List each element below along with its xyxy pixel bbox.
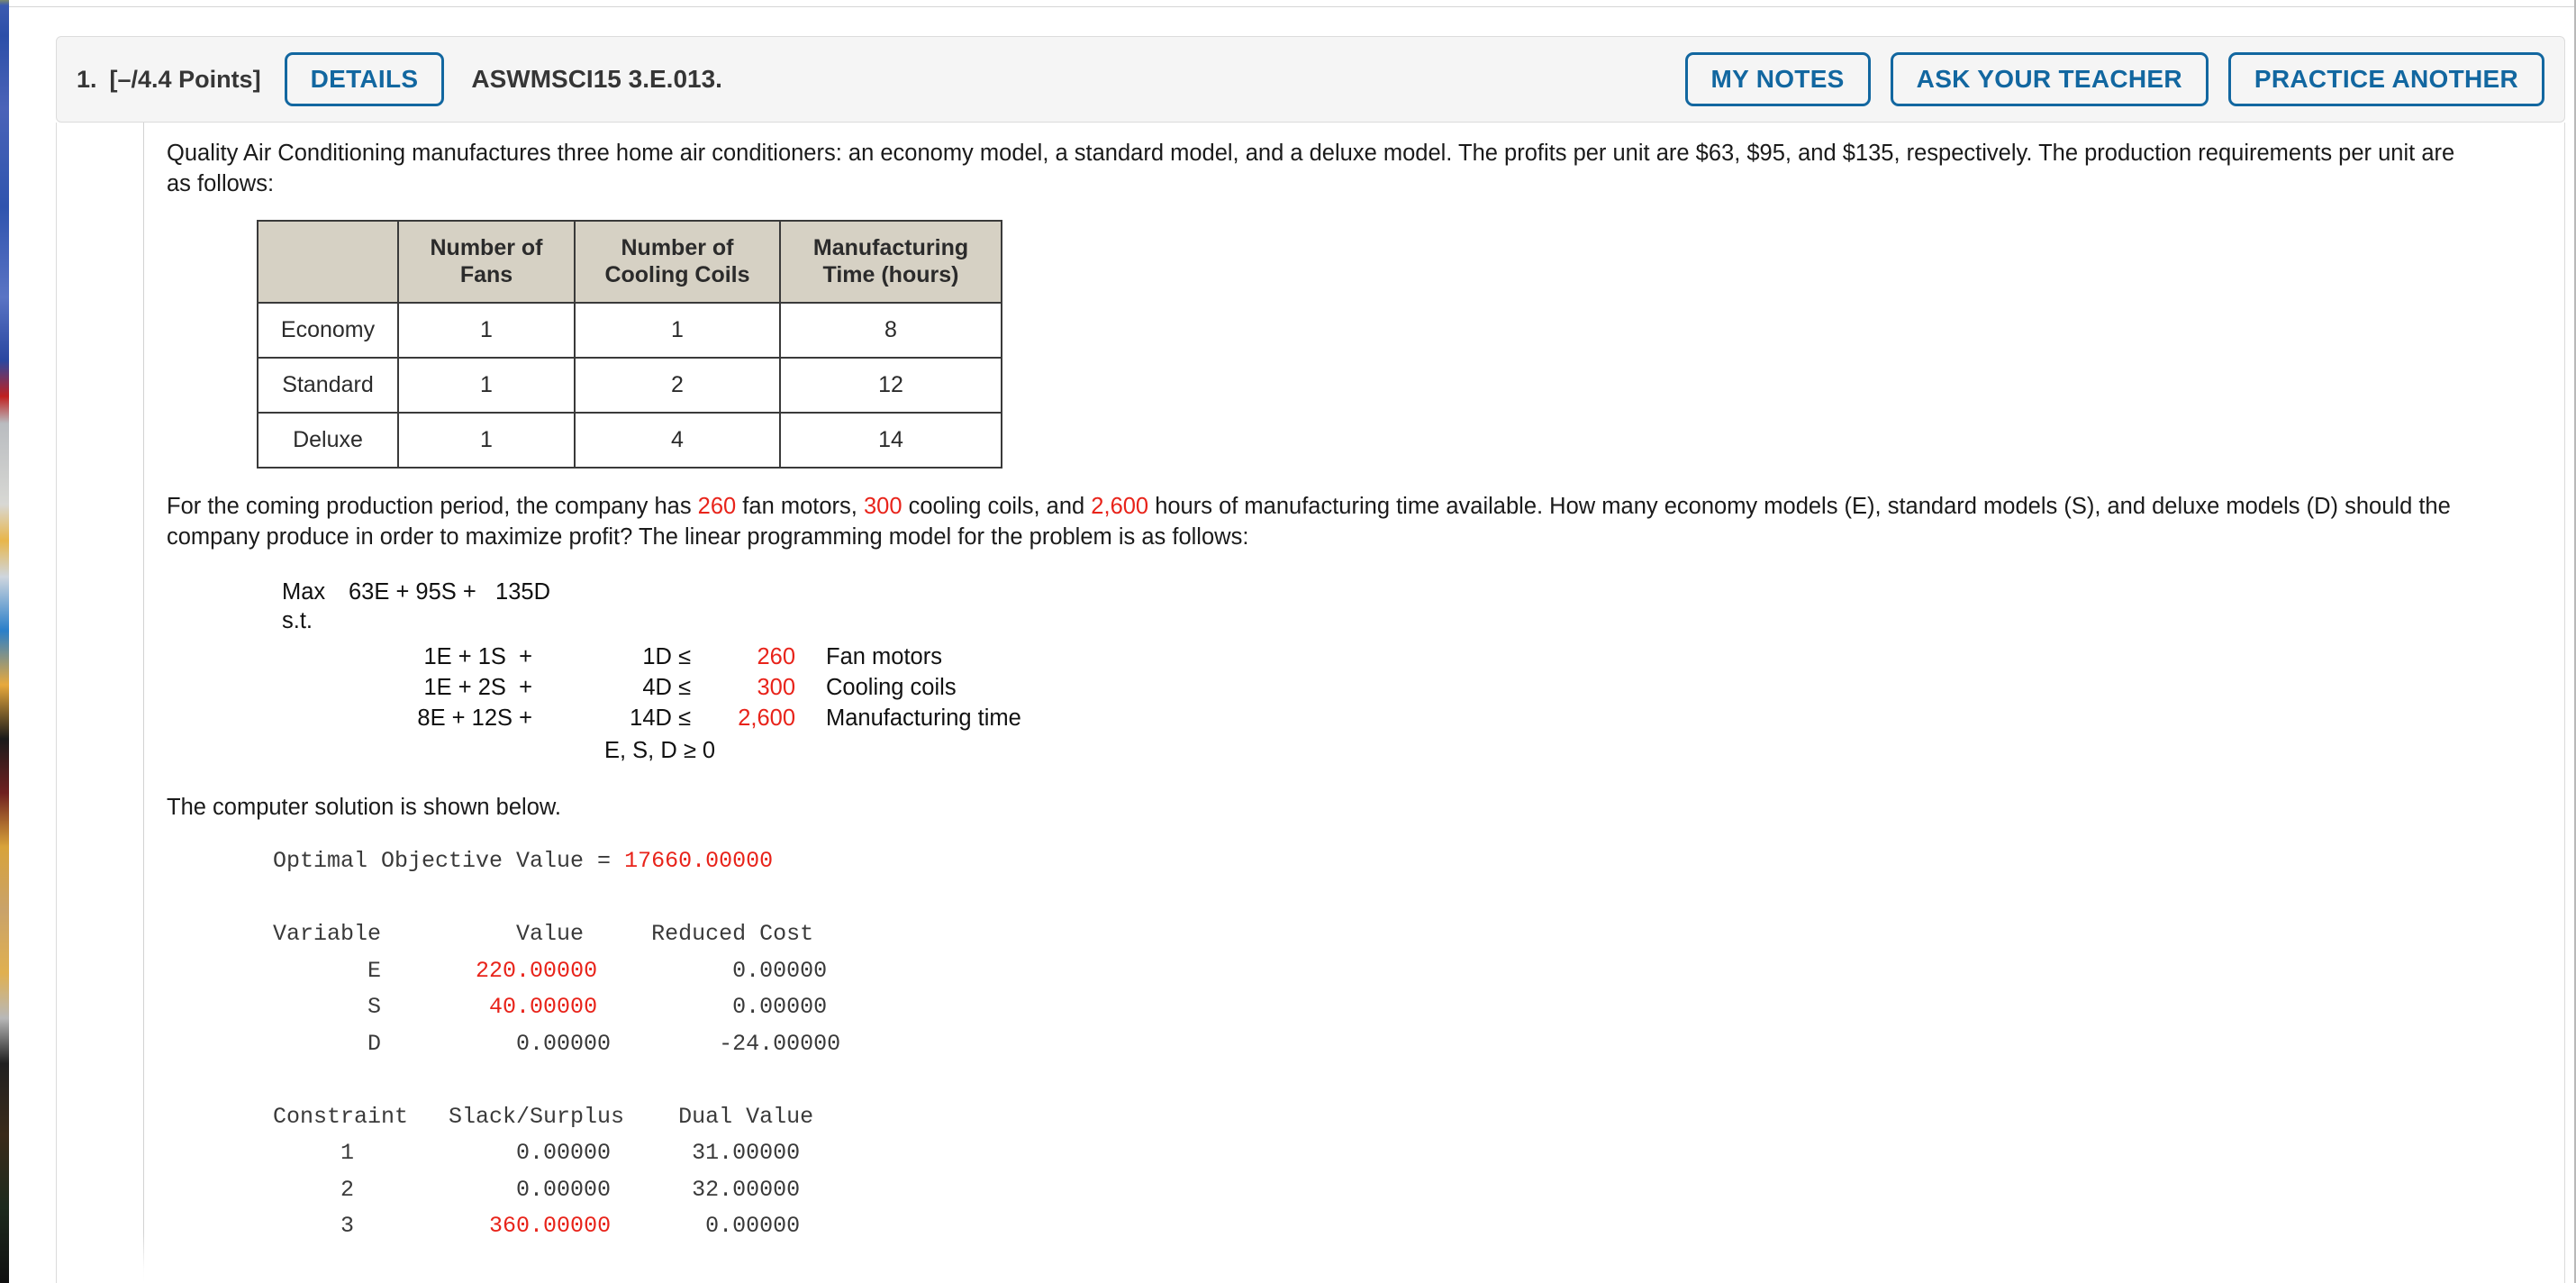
variable-row-s-pre: S	[273, 994, 490, 1020]
column-header-coils-line2: Cooling Coils	[604, 262, 750, 288]
variable-e-reduced-cost: 0.00000	[597, 957, 828, 984]
resources-lead: For the coming production period, the co…	[167, 493, 698, 519]
question-number: 1.	[77, 65, 97, 93]
profit-standard: $95	[1746, 141, 1785, 166]
profit-deluxe: $135	[1842, 141, 1894, 166]
constraints-list: 1E + 1S + 1D ≤ 260 Fan motors 1E + 2S + …	[361, 643, 2508, 764]
constraint-3-name: Manufacturing time	[826, 705, 1021, 731]
header-actions: MY NOTES ASK YOUR TEACHER PRACTICE ANOTH…	[1684, 52, 2544, 106]
economy-time: 8	[779, 301, 1002, 359]
variable-table-header: Variable Value Reduced Cost	[273, 921, 814, 947]
computer-solution-output: Optimal Objective Value = 17660.00000 Va…	[273, 843, 2508, 1245]
fan-motors-value: 260	[697, 493, 737, 519]
row-label-economy: Economy	[257, 301, 399, 359]
cooling-coils-tail: cooling coils, and	[902, 493, 1092, 519]
constraint-row-1: 1 0.00000 31.00000	[273, 1140, 801, 1166]
constraint-3-mid: 14D ≤	[630, 705, 691, 731]
intro-text-1: Quality Air Conditioning manufactures th…	[167, 141, 1696, 166]
table-row: Standard 1 2 12	[257, 356, 1002, 414]
nonnegativity-constraint: E, S, D ≥ 0	[604, 738, 716, 764]
table-head: Number of Fans Number of Cooling Coils M…	[257, 219, 1002, 304]
question-header-card: 1. [–/4.4 Points] DETAILS ASWMSCI15 3.E.…	[56, 36, 2565, 123]
subject-to-label: s.t.	[282, 607, 313, 633]
solution-lead-paragraph: The computer solution is shown below.	[167, 795, 561, 821]
column-header-coils-line1: Number of	[621, 234, 734, 260]
variable-e-value: 220.00000	[476, 957, 598, 984]
standard-time: 12	[779, 356, 1002, 414]
column-header-cooling-coils: Number of Cooling Coils	[574, 219, 781, 304]
question-content: Quality Air Conditioning manufactures th…	[167, 139, 2508, 1245]
constraint-3-dual-value: 0.00000	[611, 1213, 801, 1239]
row-label-standard: Standard	[257, 356, 399, 414]
manufacturing-hours-value: 2,600	[1091, 493, 1149, 519]
deluxe-fans: 1	[397, 411, 576, 469]
economy-fans: 1	[397, 301, 576, 359]
row-label-deluxe: Deluxe	[257, 411, 399, 469]
variable-row-d: D 0.00000 -24.00000	[273, 1030, 841, 1057]
objective-function: 63E + 95S + 135D	[349, 578, 550, 605]
background-window-sliver	[0, 0, 9, 1283]
constraint-1-name: Fan motors	[826, 643, 942, 669]
column-header-time-line2: Time (hours)	[822, 262, 959, 288]
table-body: Economy 1 1 8 Standard 1 2 12 Deluxe 1 4…	[257, 301, 1002, 469]
constraint-3-lhs: 8E + 12S +	[417, 705, 532, 731]
points-badge: [–/4.4 Points]	[109, 65, 261, 93]
top-strip	[9, 0, 2576, 7]
column-header-fans-line1: Number of	[430, 234, 543, 260]
table-row: Economy 1 1 8	[257, 301, 1002, 359]
constraint-row-cooling-coils: 1E + 2S + 4D ≤ 300 Cooling coils	[361, 674, 2508, 701]
standard-fans: 1	[397, 356, 576, 414]
constraint-1-rhs: 260	[757, 643, 795, 669]
table-header-row: Number of Fans Number of Cooling Coils M…	[257, 219, 1002, 304]
column-header-time-line1: Manufacturing	[812, 234, 969, 260]
question-body: Quality Air Conditioning manufactures th…	[56, 123, 2565, 1283]
my-notes-button[interactable]: MY NOTES	[1684, 52, 1871, 106]
cooling-coils-value: 300	[863, 493, 903, 519]
fan-motors-tail: fan motors,	[736, 493, 864, 519]
constraint-row-fan-motors: 1E + 1S + 1D ≤ 260 Fan motors	[361, 643, 2508, 670]
ask-your-teacher-button[interactable]: ASK YOUR TEACHER	[1890, 52, 2209, 106]
details-button[interactable]: DETAILS	[284, 52, 445, 106]
constraint-3-rhs: 2,600	[738, 705, 795, 731]
constraint-2-mid: 4D ≤	[642, 674, 691, 700]
profit-economy: $63	[1695, 141, 1735, 166]
constraint-row-2: 2 0.00000 32.00000	[273, 1176, 801, 1203]
constraint-row-manufacturing-time: 8E + 12S + 14D ≤ 2,600 Manufacturing tim…	[361, 705, 2508, 732]
variable-s-reduced-cost: 0.00000	[597, 994, 828, 1020]
constraint-1-mid: 1D ≤	[642, 643, 691, 669]
economy-coils: 1	[574, 301, 781, 359]
constraint-1-lhs: 1E + 1S +	[423, 643, 532, 669]
column-header-fans-line2: Fans	[459, 262, 513, 288]
table-row: Deluxe 1 4 14	[257, 411, 1002, 469]
constraint-2-name: Cooling coils	[826, 674, 957, 700]
column-header-fans: Number of Fans	[397, 219, 576, 304]
deluxe-coils: 4	[574, 411, 781, 469]
max-label: Max	[282, 578, 326, 605]
column-header-manufacturing-time: Manufacturing Time (hours)	[779, 219, 1002, 304]
constraint-2-lhs: 1E + 2S +	[423, 674, 532, 700]
constraint-row-3-pre: 3	[273, 1213, 490, 1239]
deluxe-time: 14	[779, 411, 1002, 469]
variable-s-value: 40.00000	[489, 994, 598, 1020]
standard-coils: 2	[574, 356, 781, 414]
constraint-3-slack-value: 360.00000	[489, 1213, 612, 1239]
variable-row-e-pre: E	[273, 957, 476, 984]
table-corner-cell	[257, 219, 399, 304]
objective-value-label: Optimal Objective Value =	[273, 848, 625, 874]
constraint-table-header: Constraint Slack/Surplus Dual Value	[273, 1103, 814, 1130]
objective-row: Max 63E + 95S + 135D	[282, 578, 2508, 605]
constraint-2-rhs: 300	[757, 674, 795, 700]
objective-value: 17660.00000	[624, 848, 774, 874]
resources-paragraph: For the coming production period, the co…	[167, 492, 2481, 553]
intro-paragraph: Quality Air Conditioning manufactures th…	[167, 141, 2455, 196]
gutter-divider	[143, 123, 144, 1283]
linear-programming-model: Max 63E + 95S + 135D s.t. 1E + 1S + 1D ≤…	[282, 578, 2508, 764]
production-requirements-table: Number of Fans Number of Cooling Coils M…	[257, 219, 1002, 469]
problem-id: ASWMSCI15 3.E.013.	[471, 65, 722, 93]
requirements-table-wrapper: Number of Fans Number of Cooling Coils M…	[257, 219, 2508, 469]
page-root: 1. [–/4.4 Points] DETAILS ASWMSCI15 3.E.…	[0, 0, 2576, 1283]
practice-another-button[interactable]: PRACTICE ANOTHER	[2227, 52, 2544, 106]
